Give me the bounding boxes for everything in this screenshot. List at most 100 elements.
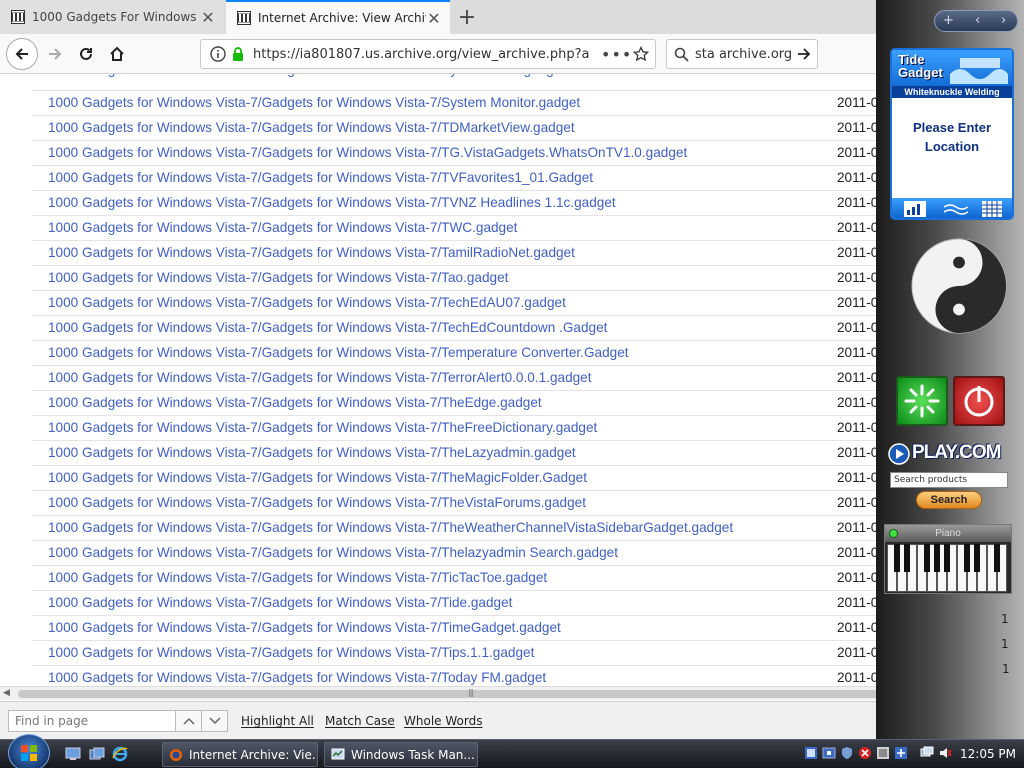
file-link[interactable]: 1000 Gadgets for Windows Vista-7/Gadgets… [48, 95, 580, 110]
piano-black-key[interactable] [924, 544, 930, 572]
file-link[interactable]: 1000 Gadgets for Windows Vista-7/Gadgets… [48, 170, 593, 185]
url-bar[interactable]: https://ia801807.us.archive.org/view_arc… [200, 39, 656, 69]
whole-words-toggle[interactable]: Whole Words [404, 714, 482, 728]
file-link[interactable]: 1000 Gadgets for Windows Vista-7/Gadgets… [48, 620, 561, 635]
page-actions-icon[interactable]: ••• [601, 45, 631, 64]
play-search-input[interactable] [890, 472, 1008, 488]
file-link[interactable]: 1000 Gadgets for Windows Vista-7/Gadgets… [48, 195, 616, 210]
tab-close-icon[interactable]: ✕ [426, 9, 442, 28]
piano-black-key[interactable] [944, 544, 950, 572]
file-link[interactable]: 1000 Gadgets for Windows Vista-7/Gadgets… [48, 670, 546, 685]
tray-app-icon[interactable] [804, 746, 818, 760]
file-link[interactable]: 1000 Gadgets for Windows Vista-7/Gadgets… [48, 420, 597, 435]
play-search-button[interactable]: Search [916, 491, 982, 509]
previous-gadget-icon[interactable]: ‹ [975, 13, 980, 28]
show-desktop-icon[interactable] [64, 745, 82, 763]
file-link[interactable]: 1000 Gadgets for Windows Vista-7/Gadgets… [48, 74, 565, 77]
add-gadget-icon[interactable]: + [943, 13, 954, 28]
calendar-icon[interactable] [982, 201, 1002, 217]
file-link[interactable]: 1000 Gadgets for Windows Vista-7/Gadgets… [48, 245, 575, 260]
bar-chart-icon[interactable] [904, 201, 926, 217]
shutdown-gadget-button[interactable] [953, 376, 1005, 426]
home-button[interactable] [102, 40, 132, 68]
start-button[interactable] [8, 734, 50, 768]
reload-button[interactable] [71, 40, 101, 68]
tray-security-icon[interactable] [876, 746, 890, 760]
piano-black-key[interactable] [894, 544, 900, 572]
horizontal-scrollbar[interactable]: ◀ ||| ▶ [0, 686, 1024, 700]
taskbar-item-internet-archive[interactable]: Internet Archive: Vie... [162, 742, 318, 767]
taskbar-item-task-manager[interactable]: Windows Task Man... [324, 742, 478, 767]
lock-icon [229, 43, 247, 65]
file-link[interactable]: 1000 Gadgets for Windows Vista-7/Gadgets… [48, 520, 733, 535]
taskbar-clock[interactable]: 12:05 PM [960, 747, 1016, 761]
tray-volume-icon[interactable] [938, 746, 952, 760]
file-link[interactable]: 1000 Gadgets for Windows Vista-7/Gadgets… [48, 220, 517, 235]
tray-shield-icon[interactable] [840, 746, 854, 760]
tab-view-archive[interactable]: Internet Archive: View Archive ✕ [226, 0, 450, 34]
restart-gadget-button[interactable] [896, 376, 948, 426]
internet-explorer-icon[interactable] [111, 745, 129, 763]
piano-title: Piano [885, 525, 1011, 542]
file-link[interactable]: 1000 Gadgets for Windows Vista-7/Gadgets… [48, 295, 566, 310]
taskbar-item-label: Internet Archive: Vie... [189, 747, 318, 762]
file-link[interactable]: 1000 Gadgets for Windows Vista-7/Gadgets… [48, 145, 687, 160]
yin-yang-gadget-icon[interactable] [910, 236, 1008, 336]
tray-display-icon[interactable] [920, 746, 934, 760]
piano-black-key[interactable] [994, 544, 1000, 572]
highlight-all-toggle[interactable]: Highlight All [241, 714, 314, 728]
file-link[interactable]: 1000 Gadgets for Windows Vista-7/Gadgets… [48, 595, 512, 610]
file-link[interactable]: 1000 Gadgets for Windows Vista-7/Gadgets… [48, 345, 629, 360]
find-previous-button[interactable] [175, 710, 202, 732]
piano-gadget[interactable]: Piano [884, 524, 1012, 594]
url-text: https://ia801807.us.archive.org/view_arc… [253, 46, 590, 62]
tide-message: Please Enter Location [912, 120, 992, 154]
tab-gadgets[interactable]: 1000 Gadgets For Windows Vist ✕ [0, 0, 224, 34]
find-input[interactable] [8, 710, 176, 732]
edge-size-3: 1 [1002, 662, 1010, 676]
match-case-toggle[interactable]: Match Case [325, 714, 395, 728]
tray-warning-icon[interactable] [858, 746, 872, 760]
edge-size-2: 1 [1001, 637, 1009, 651]
new-tab-button[interactable]: + [454, 2, 480, 32]
file-link[interactable]: 1000 Gadgets for Windows Vista-7/Gadgets… [48, 445, 576, 460]
file-link[interactable]: 1000 Gadgets for Windows Vista-7/Gadgets… [48, 545, 618, 560]
piano-black-key[interactable] [904, 544, 910, 572]
taskbar-item-label: Windows Task Man... [351, 747, 475, 762]
tide-gadget[interactable]: Tide Gadget Whiteknuckle Welding Please E… [890, 48, 1014, 220]
scroll-left-arrow-icon[interactable]: ◀ [3, 688, 10, 698]
find-next-button[interactable] [201, 710, 228, 732]
piano-black-key[interactable] [974, 544, 980, 572]
piano-black-key[interactable] [964, 544, 970, 572]
bookmark-star-icon[interactable] [627, 46, 655, 62]
file-link[interactable]: 1000 Gadgets for Windows Vista-7/Gadgets… [48, 320, 607, 335]
file-link[interactable]: 1000 Gadgets for Windows Vista-7/Gadgets… [48, 470, 587, 485]
file-link[interactable]: 1000 Gadgets for Windows Vista-7/Gadgets… [48, 120, 575, 135]
forward-button[interactable] [40, 40, 70, 68]
edge-size-1: 1 [1001, 612, 1009, 626]
wave-icon[interactable] [944, 203, 968, 215]
firefox-icon [169, 747, 183, 763]
piano-keys[interactable] [887, 544, 1009, 592]
search-go-arrow-icon[interactable] [791, 46, 817, 62]
switch-windows-icon[interactable] [88, 745, 106, 763]
file-link[interactable]: 1000 Gadgets for Windows Vista-7/Gadgets… [48, 270, 508, 285]
file-link[interactable]: 1000 Gadgets for Windows Vista-7/Gadgets… [48, 495, 586, 510]
back-button[interactable] [6, 38, 38, 70]
file-link[interactable]: 1000 Gadgets for Windows Vista-7/Gadgets… [48, 395, 542, 410]
site-info-icon[interactable] [207, 43, 229, 65]
piano-black-key[interactable] [934, 544, 940, 572]
file-link[interactable]: 1000 Gadgets for Windows Vista-7/Gadgets… [48, 570, 547, 585]
search-bar[interactable]: sta archive.org [666, 39, 818, 69]
next-gadget-icon[interactable]: › [1001, 13, 1006, 28]
archive-favicon-icon [236, 10, 252, 26]
tab-close-icon[interactable]: ✕ [200, 8, 216, 27]
tab-title: Internet Archive: View Archive [258, 11, 426, 25]
tray-network-icon[interactable] [822, 746, 836, 760]
tray-update-icon[interactable] [894, 746, 908, 760]
file-link[interactable]: 1000 Gadgets for Windows Vista-7/Gadgets… [48, 370, 592, 385]
file-link[interactable]: 1000 Gadgets for Windows Vista-7/Gadgets… [48, 645, 534, 660]
tab-title: 1000 Gadgets For Windows Vist [32, 10, 200, 24]
navigation-toolbar: https://ia801807.us.archive.org/view_arc… [0, 34, 876, 74]
piano-power-led[interactable] [889, 529, 898, 538]
